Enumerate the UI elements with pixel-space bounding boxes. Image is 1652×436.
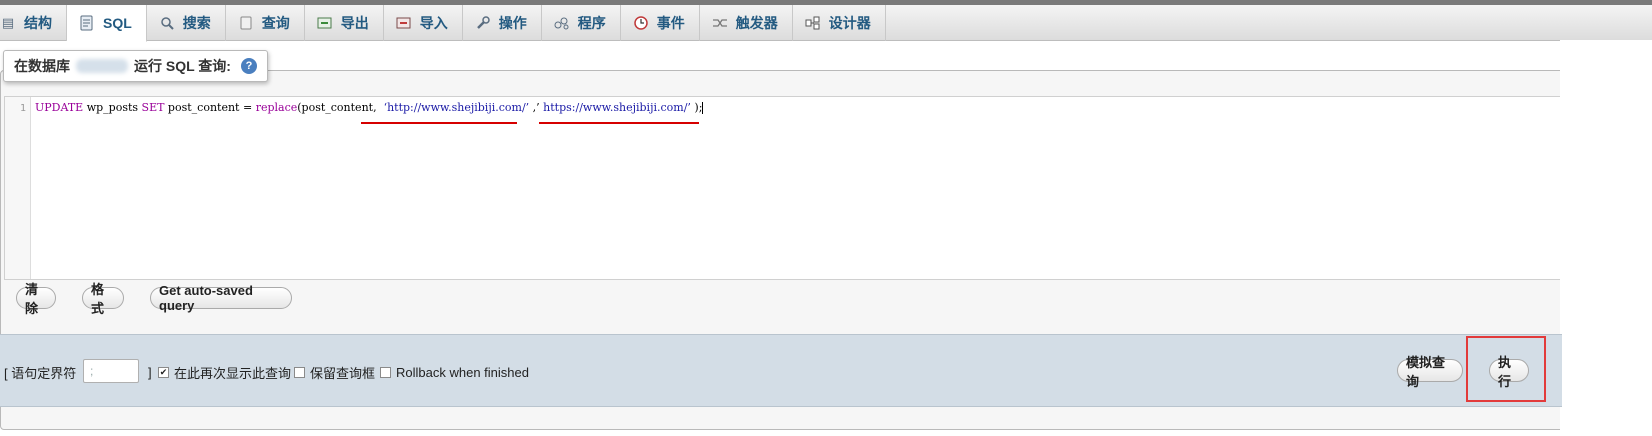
tab-search[interactable]: 搜索: [147, 5, 226, 41]
import-icon: [396, 15, 412, 31]
tab-bar: ▤ 结构 SQL 搜索 查询 导出 导入 操作 程序 事件 触发器 设计器: [0, 5, 1652, 42]
old-url: ‘http://www.shejibiji.com/’: [383, 101, 530, 114]
old-url-annotation-underline: [361, 122, 517, 124]
tab-export[interactable]: 导出: [305, 5, 384, 41]
tab-label: 事件: [656, 15, 685, 31]
format-button[interactable]: 格式: [82, 282, 124, 316]
retain-box-label: 保留查询框: [310, 365, 376, 381]
tab-label: 查询: [261, 15, 290, 31]
args-open: (post_content,: [297, 101, 384, 114]
sql-editor[interactable]: 1 UPDATE wp_posts SET post_content = rep…: [4, 96, 1641, 280]
delimiter-value: ;: [90, 364, 94, 378]
tab-label: 导出: [340, 15, 369, 31]
assignment: post_content =: [164, 101, 256, 114]
routines-icon: [554, 15, 570, 31]
show-again-option[interactable]: ✔ 在此再次显示此查询: [158, 362, 291, 382]
keyword-update: UPDATE: [35, 101, 84, 114]
tab-label: 操作: [498, 15, 527, 31]
text-cursor: [702, 102, 704, 114]
search-icon: [159, 15, 175, 31]
delimiter-label: [ 语句定界符: [4, 365, 77, 381]
clock-icon: [633, 15, 649, 31]
tab-structure[interactable]: ▤ 结构: [0, 5, 67, 41]
tab-label: 触发器: [735, 15, 778, 31]
tab-events[interactable]: 事件: [621, 5, 700, 41]
new-url-annotation-underline: [539, 122, 699, 124]
tab-designer[interactable]: 设计器: [793, 5, 886, 41]
tab-label: 结构: [24, 15, 52, 31]
sql-document-icon: [79, 15, 95, 31]
help-icon[interactable]: ?: [240, 58, 257, 74]
retain-box-option[interactable]: 保留查询框: [294, 362, 375, 382]
tab-label: 设计器: [828, 15, 871, 31]
query-icon: [238, 15, 254, 31]
legend-prefix: 在数据库: [14, 58, 70, 74]
retain-box-checkbox[interactable]: [294, 366, 305, 378]
keyword-set: SET: [141, 101, 165, 114]
delimiter-input[interactable]: ;: [83, 359, 139, 383]
line-gutter: 1: [5, 97, 31, 279]
tab-label: 程序: [577, 15, 606, 31]
delimiter-bracket-close: ]: [148, 364, 152, 380]
function-replace: replace: [255, 101, 298, 114]
table-structure-icon: ▤: [1, 15, 15, 30]
legend-suffix: 运行 SQL 查询:: [134, 58, 231, 74]
separator: ,’: [529, 101, 544, 114]
show-again-label: 在此再次显示此查询: [174, 365, 292, 381]
rollback-label: Rollback when finished: [396, 364, 529, 380]
wrench-icon: [475, 15, 491, 31]
tab-operations[interactable]: 操作: [463, 5, 542, 41]
trigger-icon: [712, 15, 728, 31]
simulate-query-button[interactable]: 模拟查询: [1397, 355, 1463, 389]
rollback-checkbox[interactable]: [380, 366, 391, 378]
tab-triggers[interactable]: 触发器: [700, 5, 793, 41]
tab-label: SQL: [103, 15, 132, 31]
show-again-checkbox[interactable]: ✔: [158, 366, 169, 378]
sql-legend: 在数据库 运行 SQL 查询: ?: [3, 50, 268, 82]
tab-label: 搜索: [182, 15, 211, 31]
tab-sql[interactable]: SQL: [67, 5, 147, 42]
database-name-redacted: [76, 59, 128, 73]
right-margin: [1560, 40, 1652, 436]
execute-annotation-box: [1466, 336, 1546, 402]
tab-label: 导入: [419, 15, 448, 31]
line-number: 1: [19, 103, 26, 114]
sql-code-line[interactable]: UPDATE wp_posts SET post_content = repla…: [35, 101, 704, 114]
table-name: wp_posts: [83, 101, 142, 114]
query-options-bar: [ 语句定界符 ; ] ✔ 在此再次显示此查询 保留查询框 Rollback w…: [0, 334, 1562, 407]
export-icon: [317, 15, 333, 31]
tab-query[interactable]: 查询: [226, 5, 305, 41]
tab-import[interactable]: 导入: [384, 5, 463, 41]
rollback-option[interactable]: Rollback when finished: [380, 362, 529, 382]
get-autosaved-query-button[interactable]: Get auto-saved query: [150, 283, 292, 313]
clear-button[interactable]: 清除: [16, 282, 56, 316]
close-paren: );: [690, 101, 703, 114]
tab-routines[interactable]: 程序: [542, 5, 621, 41]
designer-icon: [805, 15, 821, 31]
new-url: https://www.shejibiji.com/’: [543, 101, 691, 114]
